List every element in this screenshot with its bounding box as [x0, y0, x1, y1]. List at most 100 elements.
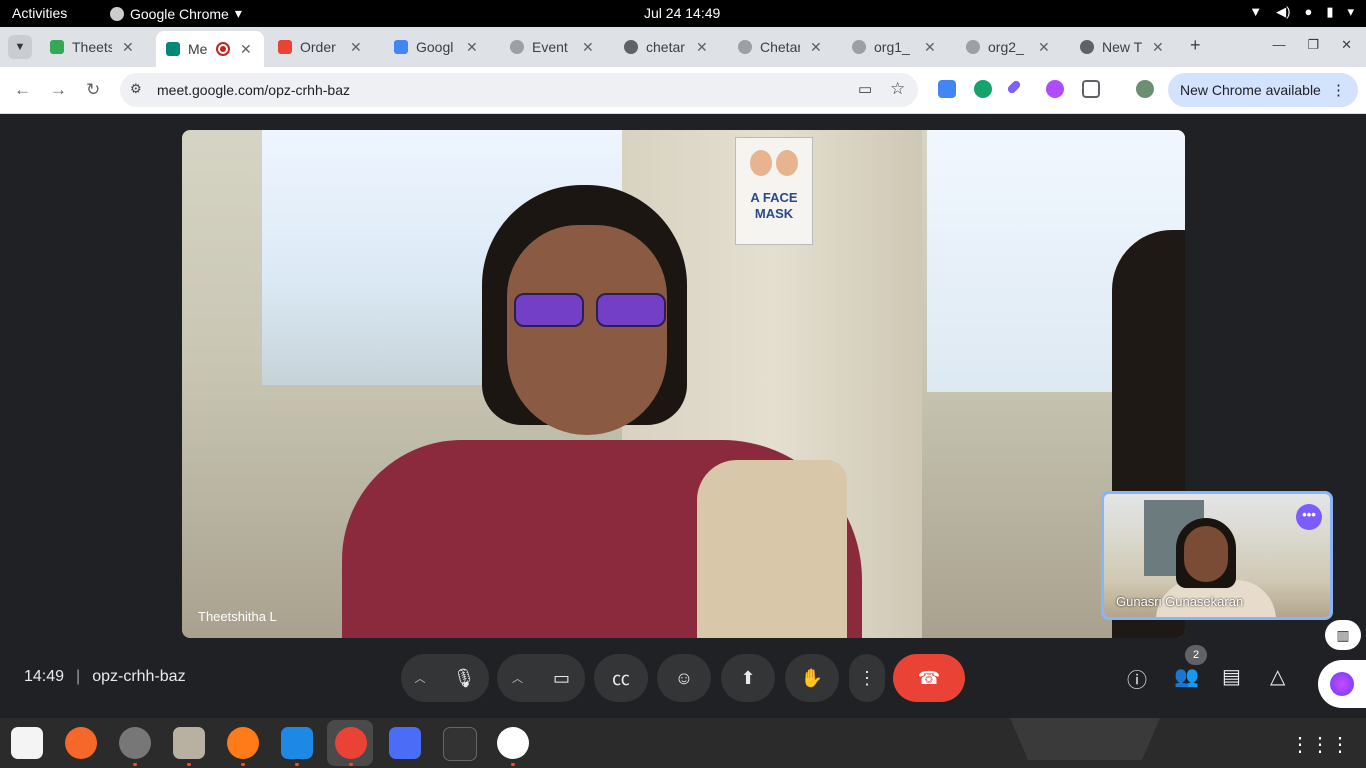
- new-chrome-available-button[interactable]: New Chrome available ⋮: [1168, 73, 1358, 107]
- chrome-menu-icon[interactable]: ⋮: [1331, 81, 1346, 99]
- tab-strip: ▼ Theets ✕ Me ✕ Order ✕ Googl ✕ Event ✕ …: [0, 27, 1366, 67]
- close-tab-icon[interactable]: ✕: [1152, 39, 1164, 56]
- address-bar[interactable]: ⚙ meet.google.com/opz-crhh-baz ▭ ☆: [120, 73, 918, 107]
- captions-icon: ㏄: [612, 669, 630, 689]
- camera-icon[interactable]: ▭: [553, 668, 570, 689]
- chrome-app-icon: [110, 6, 124, 21]
- brain-extension-float-button[interactable]: [1318, 660, 1366, 708]
- wifi-icon: ▼: [1249, 4, 1263, 19]
- people-button[interactable]: 👥: [1174, 664, 1199, 689]
- close-tab-icon[interactable]: ✕: [696, 39, 708, 56]
- globe-favicon-icon: [966, 40, 980, 54]
- new-chrome-label: New Chrome available: [1180, 82, 1321, 98]
- new-tab-button[interactable]: +: [1190, 35, 1201, 56]
- mic-icon[interactable]: 🎙: [453, 668, 476, 689]
- audio-settings-chevron-icon[interactable]: ︿: [415, 670, 426, 686]
- window-controls: — ❐ ✕: [1272, 37, 1352, 53]
- forward-icon[interactable]: →: [50, 80, 67, 100]
- tab-event[interactable]: Event ✕: [504, 33, 594, 61]
- github-favicon-icon: [624, 40, 638, 54]
- reactions-button[interactable]: ☺: [657, 654, 711, 702]
- clock[interactable]: Jul 24 14:49: [644, 5, 720, 21]
- app-menu[interactable]: Google Chrome ▾: [110, 5, 242, 22]
- close-tab-icon[interactable]: ✕: [810, 39, 822, 56]
- drawing-app-icon[interactable]: [65, 727, 97, 759]
- captions-button[interactable]: ㏄: [594, 654, 648, 702]
- present-screen-button[interactable]: ⬆: [721, 654, 775, 702]
- app-menu-label: Google Chrome: [130, 5, 229, 22]
- close-tab-icon[interactable]: ✕: [350, 39, 362, 56]
- self-view-tile[interactable]: ••• Gunasri Gunasekaran: [1101, 491, 1333, 620]
- tab-chetar[interactable]: Chetar ✕: [732, 33, 822, 61]
- settings-app-icon[interactable]: [119, 727, 151, 759]
- screenshot-app-icon[interactable]: [389, 727, 421, 759]
- tab-chetar-github[interactable]: chetar ✕: [618, 33, 708, 61]
- tab-search-button[interactable]: ▼: [8, 35, 32, 59]
- tab-org1[interactable]: org1_ ✕: [846, 33, 936, 61]
- tab-new-tab[interactable]: New T ✕: [1074, 33, 1164, 61]
- firefox-app-icon[interactable]: [227, 727, 259, 759]
- brain-extension-icon[interactable]: [1046, 80, 1064, 98]
- video-settings-chevron-icon[interactable]: ︿: [512, 670, 523, 686]
- tab-order[interactable]: Order ✕: [272, 33, 362, 61]
- site-info-icon[interactable]: ⚙: [130, 81, 142, 97]
- reading-mode-icon[interactable]: ▥: [1325, 620, 1361, 650]
- present-icon: ⬆: [740, 667, 756, 688]
- face-mask-poster-image: A FACE MASK: [735, 137, 813, 245]
- system-tray[interactable]: ▼ ◀) ● ▮ ▾: [1249, 4, 1354, 20]
- extensions-puzzle-icon[interactable]: [1082, 80, 1100, 98]
- restore-icon[interactable]: ❐: [1307, 37, 1319, 53]
- meeting-details-button[interactable]: ⓘ: [1127, 664, 1147, 693]
- pen-extension-icon[interactable]: [1006, 79, 1022, 95]
- terminal-app-icon[interactable]: [443, 727, 477, 761]
- tab-title: New T: [1102, 39, 1142, 55]
- activities-tools-button[interactable]: △: [1270, 664, 1285, 689]
- close-tab-icon[interactable]: ✕: [582, 39, 594, 56]
- end-call-icon: ☎: [917, 667, 941, 688]
- dock-decoration: [1010, 718, 1160, 760]
- tab-meet-active[interactable]: Me ✕: [156, 31, 264, 67]
- files-app-icon[interactable]: [173, 727, 205, 759]
- show-apps-grid-icon[interactable]: ⋮⋮⋮: [1290, 732, 1350, 757]
- minimize-icon[interactable]: —: [1272, 37, 1285, 53]
- grammarly-icon[interactable]: [974, 80, 992, 98]
- mongodb-app-icon[interactable]: [497, 727, 529, 759]
- tab-theets[interactable]: Theets ✕: [44, 33, 134, 61]
- close-tab-icon[interactable]: ✕: [924, 39, 936, 56]
- close-tab-icon[interactable]: ✕: [1038, 39, 1050, 56]
- url-text[interactable]: meet.google.com/opz-crhh-baz: [157, 82, 350, 98]
- bookmark-star-icon[interactable]: ☆: [890, 79, 905, 99]
- main-video-tile[interactable]: A FACE MASK Theetshitha L: [182, 130, 1185, 638]
- tab-org2[interactable]: org2_ ✕: [960, 33, 1050, 61]
- back-icon[interactable]: ←: [14, 80, 31, 100]
- favicon-icon: [394, 40, 408, 54]
- vscode-app-icon[interactable]: [281, 727, 313, 759]
- reload-icon[interactable]: ↻: [86, 80, 100, 100]
- more-options-button[interactable]: ⋮: [849, 654, 885, 702]
- chrome-favicon-icon: [1080, 40, 1094, 54]
- camera-in-use-icon[interactable]: ▭: [858, 80, 872, 98]
- tab-title: chetar: [646, 39, 685, 55]
- close-tab-icon[interactable]: ✕: [466, 39, 478, 56]
- raise-hand-button[interactable]: ✋: [785, 654, 839, 702]
- text-editor-app-icon[interactable]: [11, 727, 43, 759]
- chrome-app-icon[interactable]: [335, 727, 367, 759]
- tile-more-options-button[interactable]: •••: [1296, 504, 1322, 530]
- close-tab-icon[interactable]: ✕: [122, 39, 134, 56]
- emoji-icon: ☺: [674, 667, 694, 688]
- profile-avatar[interactable]: [1136, 80, 1154, 98]
- tab-google[interactable]: Googl ✕: [388, 33, 478, 61]
- self-participant-name: Gunasri Gunasekaran: [1116, 594, 1244, 609]
- close-window-icon[interactable]: ✕: [1341, 37, 1352, 53]
- volume-icon: ◀): [1276, 4, 1291, 19]
- extension-fi-icon[interactable]: [938, 80, 956, 98]
- close-tab-icon[interactable]: ✕: [240, 41, 252, 58]
- browser-toolbar: ← → ↻ ⚙ meet.google.com/opz-crhh-baz ▭ ☆…: [0, 67, 1366, 114]
- microphone-status-icon: ●: [1304, 4, 1313, 19]
- chat-button[interactable]: ▤: [1222, 664, 1241, 689]
- raise-hand-icon: ✋: [800, 667, 824, 688]
- activities-button[interactable]: Activities: [12, 5, 67, 21]
- microphone-control: ︿ 🎙: [401, 654, 489, 702]
- end-call-button[interactable]: ☎: [893, 654, 965, 702]
- people-icon: 👥: [1174, 666, 1199, 688]
